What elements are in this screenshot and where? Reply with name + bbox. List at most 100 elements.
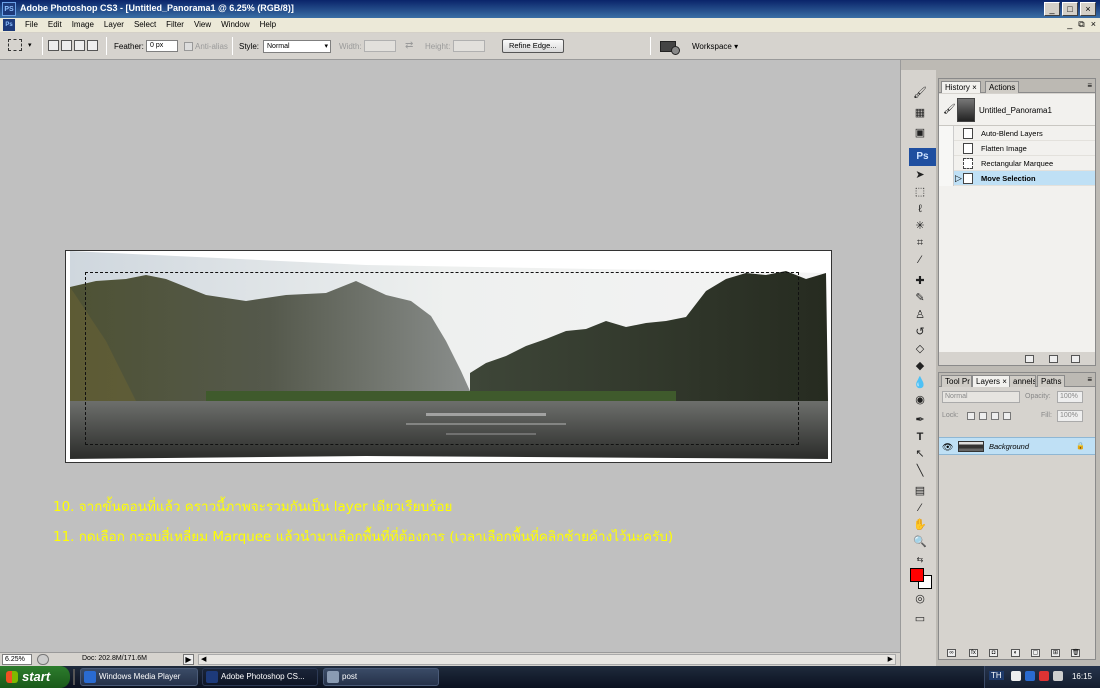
minimize-button[interactable]: _ <box>1044 2 1060 16</box>
history-item[interactable]: Flatten Image <box>939 141 1095 156</box>
network-icon[interactable] <box>1053 671 1063 681</box>
subtract-from-selection-icon[interactable] <box>74 40 85 51</box>
tab-channels[interactable]: annels <box>1009 375 1036 387</box>
anti-alias-checkbox[interactable] <box>184 42 193 51</box>
new-group-icon[interactable]: ▢ <box>1031 649 1040 657</box>
history-snapshot[interactable]: 🖌 Untitled_Panorama1 <box>939 94 1095 126</box>
doc-restore-button[interactable]: ⧉ <box>1078 19 1084 30</box>
refine-edge-button[interactable]: Refine Edge... <box>502 39 564 53</box>
menu-image[interactable]: Image <box>67 20 99 29</box>
move-tool-icon[interactable]: ➤ <box>911 168 929 183</box>
visibility-eye-icon[interactable]: 👁 <box>942 442 953 453</box>
layer-style-icon[interactable]: fx <box>969 649 978 657</box>
scroll-right-icon[interactable]: ▶ <box>888 655 893 663</box>
language-indicator[interactable]: TH <box>989 671 1004 680</box>
adjustment-layer-icon[interactable]: ◐ <box>1011 649 1020 657</box>
panel-grip[interactable] <box>901 60 937 70</box>
menu-edit[interactable]: Edit <box>43 20 67 29</box>
foreground-color-swatch[interactable] <box>910 568 924 582</box>
height-input[interactable] <box>453 40 485 52</box>
history-item[interactable]: Auto-Blend Layers <box>939 126 1095 141</box>
zoom-field[interactable]: 6.25% <box>2 654 32 665</box>
layer-comp-icon[interactable]: ▦ <box>911 106 929 121</box>
history-item[interactable]: Rectangular Marquee <box>939 156 1095 171</box>
new-selection-icon[interactable] <box>48 40 59 51</box>
brush-tool-icon[interactable]: ✎ <box>911 291 929 306</box>
menu-select[interactable]: Select <box>129 20 161 29</box>
taskbar-item-post[interactable]: post <box>323 668 439 686</box>
chevron-down-icon[interactable]: ▾ <box>28 41 32 49</box>
healing-brush-tool-icon[interactable]: ✚ <box>911 274 929 289</box>
rectangular-marquee-tool-icon[interactable]: ⬚ <box>911 185 929 200</box>
path-selection-tool-icon[interactable]: ↖ <box>911 447 929 462</box>
line-tool-icon[interactable]: ╲ <box>911 464 929 479</box>
tab-layers[interactable]: Layers × <box>972 375 1011 387</box>
screen-mode-icon[interactable]: ▭ <box>911 612 929 627</box>
magic-wand-tool-icon[interactable]: ✳ <box>911 219 929 234</box>
lasso-tool-icon[interactable]: ℓ <box>911 202 929 217</box>
clone-stamp-tool-icon[interactable]: ♙ <box>911 308 929 323</box>
lock-transparent-icon[interactable] <box>967 412 975 420</box>
eyedropper-tool-icon[interactable]: ⁄ <box>911 253 929 268</box>
menu-window[interactable]: Window <box>216 20 254 29</box>
hand-tool-icon[interactable]: ✋ <box>911 518 929 533</box>
trash-icon[interactable]: 🗑 <box>1071 649 1080 657</box>
width-input[interactable] <box>364 40 396 52</box>
style-select[interactable]: Normal ▾ <box>263 40 331 53</box>
panel-menu-icon[interactable]: ≡ <box>1087 375 1092 384</box>
default-colors-icon[interactable]: ⇆ <box>911 552 929 567</box>
maximize-button[interactable]: □ <box>1062 2 1078 16</box>
eyedropper-2-icon[interactable]: ⁄ <box>911 501 929 516</box>
paint-bucket-tool-icon[interactable]: ◆ <box>911 359 929 374</box>
tab-tool-presets[interactable]: Tool Pr <box>941 375 972 387</box>
lock-all-icon[interactable] <box>1003 412 1011 420</box>
navigator-icon[interactable] <box>37 654 49 665</box>
link-layers-icon[interactable]: ∞ <box>947 649 956 657</box>
dodge-tool-icon[interactable]: ◉ <box>911 393 929 408</box>
history-brush-source-icon[interactable]: 🖌 <box>943 104 956 115</box>
eraser-tool-icon[interactable]: ◇ <box>911 342 929 357</box>
brush-panel-icon[interactable]: 🖌 <box>911 86 929 101</box>
menu-layer[interactable]: Layer <box>99 20 129 29</box>
panel-menu-icon[interactable]: ≡ <box>1087 81 1092 90</box>
zoom-tool-icon[interactable]: 🔍 <box>911 535 929 550</box>
type-tool-icon[interactable]: T <box>911 430 929 445</box>
doc-minimize-button[interactable]: _ <box>1067 19 1072 30</box>
menu-help[interactable]: Help <box>255 20 281 29</box>
doc-close-button[interactable]: × <box>1091 19 1096 30</box>
scroll-left-icon[interactable]: ◀ <box>201 655 206 663</box>
workspace-menu[interactable]: Workspace ▾ <box>692 42 738 51</box>
close-button[interactable]: × <box>1080 2 1096 16</box>
document-canvas[interactable] <box>65 250 832 463</box>
pen-tool-icon[interactable]: ✒ <box>911 413 929 428</box>
tool-presets-icon[interactable]: ▣ <box>911 126 929 141</box>
menu-file[interactable]: File <box>20 20 43 29</box>
tab-paths[interactable]: Paths <box>1037 375 1066 387</box>
document-workspace[interactable]: 10. จากขั้นตอนที่แล้ว คราวนี้ภาพจะรวมกัน… <box>0 60 900 652</box>
title-bar[interactable]: PS Adobe Photoshop CS3 - [Untitled_Panor… <box>0 0 1100 18</box>
document-icon[interactable]: Ps <box>3 19 15 31</box>
add-to-selection-icon[interactable] <box>61 40 72 51</box>
swap-dimensions-icon[interactable]: ⇄ <box>405 40 413 51</box>
layer-mask-icon[interactable]: ◘ <box>989 649 998 657</box>
blur-tool-icon[interactable]: 💧 <box>911 376 929 391</box>
feather-input[interactable]: 0 px <box>146 40 178 52</box>
quick-mask-icon[interactable]: ◎ <box>911 592 929 607</box>
media-tray-icon[interactable] <box>1025 671 1035 681</box>
layer-row-background[interactable]: 👁 Background 🔒 <box>939 437 1095 455</box>
history-item-active[interactable]: ▷ Move Selection <box>939 171 1095 186</box>
tab-history[interactable]: History × <box>941 81 981 93</box>
intersect-selection-icon[interactable] <box>87 40 98 51</box>
blend-mode-select[interactable]: Normal <box>942 391 1020 403</box>
tray-app-icon[interactable] <box>1011 671 1021 681</box>
workspace-icon[interactable] <box>660 41 680 55</box>
history-brush-tool-icon[interactable]: ↺ <box>911 325 929 340</box>
tray-status-icon[interactable] <box>1039 671 1049 681</box>
trash-icon[interactable] <box>1071 355 1080 363</box>
create-snapshot-icon[interactable] <box>1049 355 1058 363</box>
menu-view[interactable]: View <box>189 20 216 29</box>
fill-input[interactable]: 100% <box>1057 410 1083 422</box>
menu-filter[interactable]: Filter <box>161 20 189 29</box>
status-menu-button[interactable]: ▶ <box>183 654 194 665</box>
start-button[interactable]: start <box>0 666 70 688</box>
